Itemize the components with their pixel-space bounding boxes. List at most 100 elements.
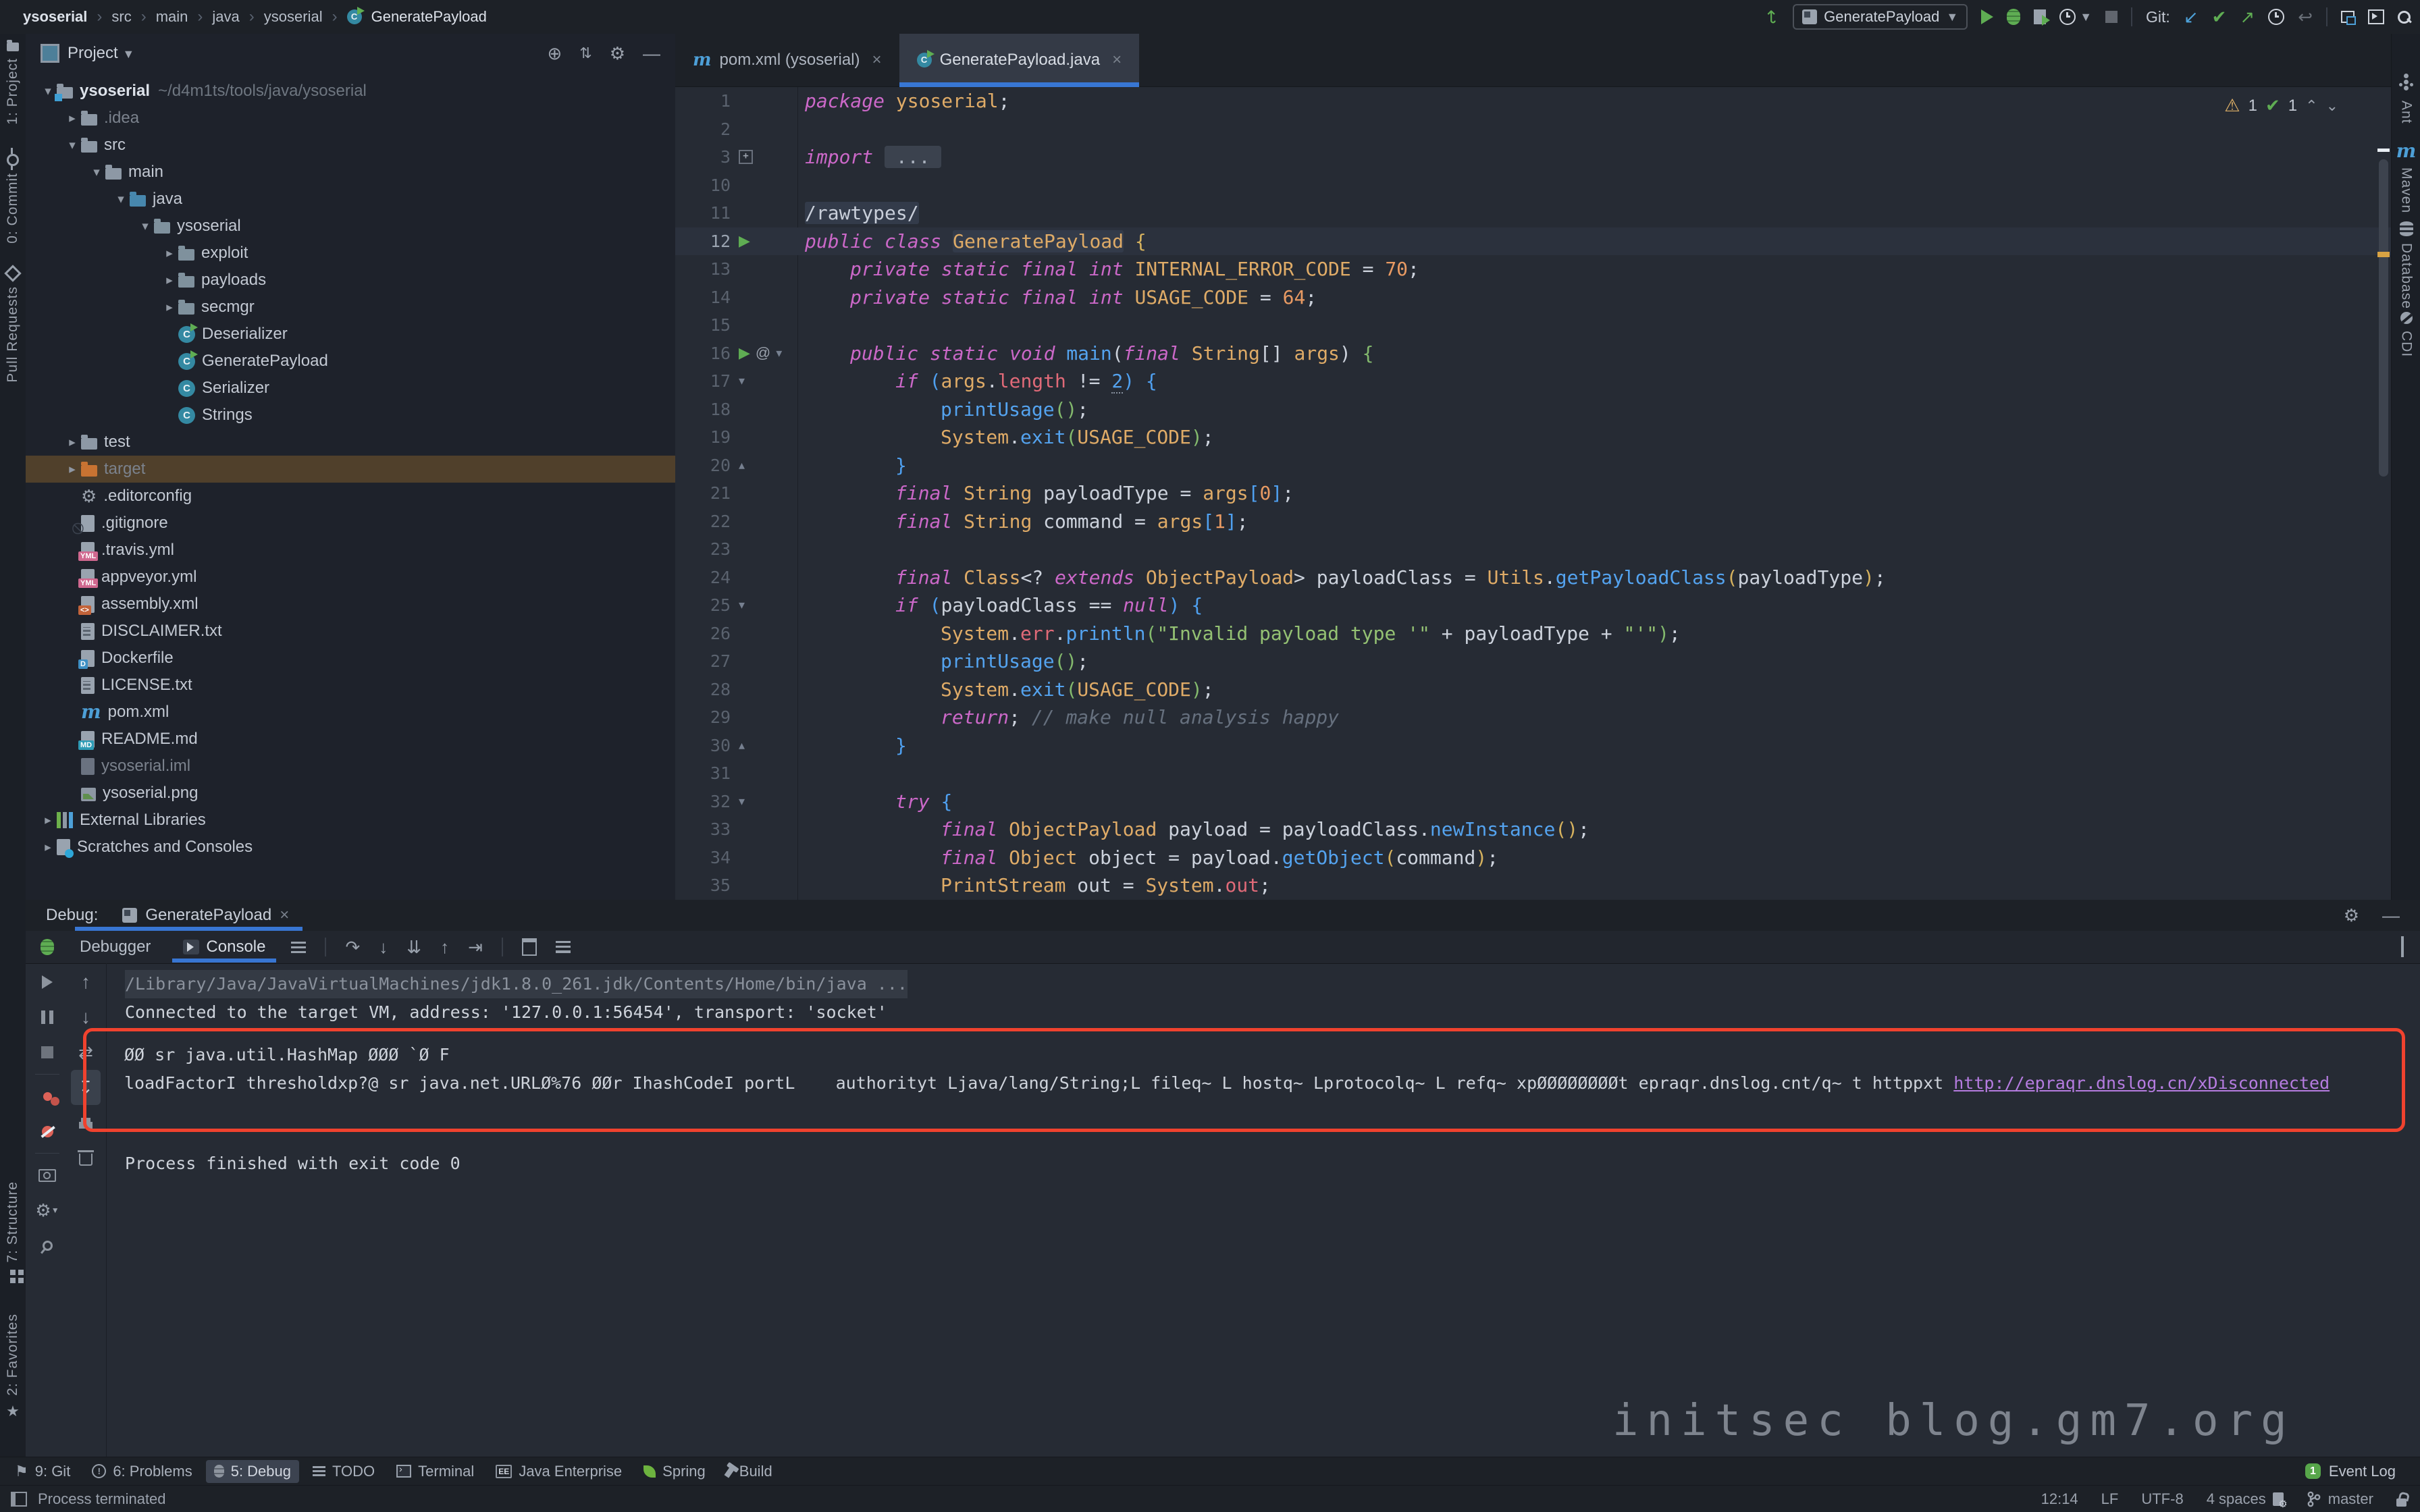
git-update-icon[interactable]: ↙ [2184, 8, 2199, 26]
chevron-icon[interactable]: ▸ [63, 435, 81, 450]
next-problem-icon[interactable]: ⌄ [2326, 97, 2338, 115]
build-icon[interactable]: ↩ [1763, 9, 1781, 24]
tree-item-ysoserial[interactable]: ▾ysoserial [26, 213, 675, 240]
breadcrumb-item[interactable]: ysoserial [23, 8, 87, 26]
run-config-selector[interactable]: GeneratePayload ▼ [1793, 4, 1968, 30]
warning-stripe-mark[interactable] [2377, 252, 2390, 257]
sidebar-item-pull-requests[interactable]: Pull Requests [0, 267, 26, 383]
chevron-icon[interactable]: ▸ [39, 840, 57, 855]
encoding-selector[interactable]: UTF-8 [2141, 1490, 2183, 1508]
sidebar-item-commit[interactable]: 0: Commit [0, 154, 26, 244]
tree-item-dockerfile[interactable]: DDockerfile [26, 645, 675, 672]
fold-end-icon[interactable]: ▴ [739, 738, 745, 753]
chevron-icon[interactable]: ▾ [112, 192, 130, 207]
breadcrumb-item[interactable]: java [212, 8, 239, 26]
run-line-icon[interactable]: ▶ [739, 232, 750, 250]
expand-fold-icon[interactable]: + [739, 150, 753, 164]
step-out-icon[interactable]: ↑ [440, 938, 449, 956]
gear-icon[interactable]: ⚙ [610, 43, 625, 64]
prev-problem-icon[interactable]: ⌃ [2305, 97, 2317, 115]
force-step-into-icon[interactable]: ⇊ [406, 938, 421, 956]
pin-tab-icon[interactable] [32, 1228, 62, 1263]
profiler-button[interactable] [2059, 9, 2076, 25]
tool-button-build[interactable]: Build [719, 1460, 781, 1483]
dnslog-link[interactable]: http://epraqr.dnslog.cn/xDisconnected [1953, 1073, 2330, 1093]
debug-session-tab[interactable]: GeneratePayload × [115, 900, 296, 931]
sidebar-item-structure[interactable]: 7: Structure [0, 1181, 26, 1282]
restore-layout-icon[interactable] [2401, 936, 2404, 957]
clear-console-icon[interactable] [71, 1140, 101, 1175]
stop-button[interactable] [2105, 11, 2118, 23]
tool-button-spring[interactable]: Spring [635, 1460, 714, 1483]
chevron-icon[interactable]: ▸ [39, 813, 57, 828]
tree-item-pom-xml[interactable]: mpom.xml [26, 699, 675, 726]
sidebar-item-ant[interactable]: Ant [2392, 74, 2420, 124]
tab-debugger[interactable]: Debugger [73, 938, 157, 956]
tool-button-problems[interactable]: !6: Problems [84, 1460, 200, 1483]
collapse-all-icon[interactable]: ⇅ [579, 45, 591, 62]
close-icon[interactable]: × [280, 906, 289, 925]
breadcrumb-item[interactable]: src [111, 8, 131, 26]
chevron-icon[interactable]: ▸ [161, 246, 178, 261]
chevron-icon[interactable]: ▾ [136, 219, 154, 234]
unlock-icon[interactable] [2396, 1498, 2406, 1507]
search-everywhere-icon[interactable] [2398, 11, 2411, 24]
close-icon[interactable]: × [872, 51, 882, 70]
git-branch-selector[interactable]: master [2307, 1490, 2373, 1508]
tree-item-readme-md[interactable]: MDREADME.md [26, 726, 675, 753]
step-into-icon[interactable]: ↓ [379, 938, 388, 956]
editor-scrollbar[interactable] [2379, 144, 2388, 893]
git-history-icon[interactable] [2268, 9, 2284, 25]
indent-selector[interactable]: 4 spaces [2207, 1490, 2284, 1508]
chevron-down-icon[interactable]: ▼ [2080, 10, 2092, 24]
resume-icon[interactable] [32, 965, 62, 1000]
sidebar-item-cdi[interactable]: CDI [2392, 312, 2420, 357]
tree-item-scratches-and-consoles[interactable]: ▸Scratches and Consoles [26, 834, 675, 861]
chevron-icon[interactable]: ▸ [161, 300, 178, 315]
coverage-button[interactable] [2034, 9, 2046, 24]
debugger-settings-icon[interactable]: ⚙▼ [32, 1193, 62, 1228]
evaluate-expression-icon[interactable] [522, 938, 537, 956]
view-breakpoints-icon[interactable] [32, 1079, 62, 1114]
tree-item-disclaimer-txt[interactable]: DISCLAIMER.txt [26, 618, 675, 645]
fold-end-icon[interactable]: ▴ [739, 458, 745, 473]
gear-icon[interactable]: ⚙ [2344, 905, 2359, 926]
hide-panel-icon[interactable]: — [643, 43, 660, 64]
close-icon[interactable]: × [1112, 51, 1122, 70]
tree-item-test[interactable]: ▸test [26, 429, 675, 456]
tree-item-appveyor-yml[interactable]: YMLappveyor.yml [26, 564, 675, 591]
tool-button-todo[interactable]: TODO [305, 1460, 383, 1483]
tree-item-src[interactable]: ▾src [26, 132, 675, 159]
tree-item-serializer[interactable]: CSerializer [26, 375, 675, 402]
tree-item-ysoserial[interactable]: ▾ysoserial~/d4m1ts/tools/java/ysoserial [26, 78, 675, 105]
run-anything-icon[interactable] [2368, 9, 2384, 24]
tree-item--travis-yml[interactable]: YML.travis.yml [26, 537, 675, 564]
run-to-cursor-icon[interactable]: ⇥ [468, 938, 483, 956]
fold-start-icon[interactable]: ▾ [776, 346, 782, 360]
up-stack-icon[interactable]: ↑ [71, 965, 101, 1000]
tool-button-debug[interactable]: 5: Debug [206, 1460, 299, 1483]
line-ending-selector[interactable]: LF [2101, 1490, 2119, 1508]
run-button[interactable] [1981, 9, 1993, 24]
chevron-icon[interactable]: ▾ [63, 138, 81, 153]
scrollbar-thumb[interactable] [2379, 159, 2388, 477]
debug-button[interactable] [2007, 9, 2020, 25]
sidebar-item-maven[interactable]: m Maven [2392, 142, 2420, 213]
sidebar-item-project[interactable]: 1: Project [0, 39, 26, 125]
tree-item--editorconfig[interactable]: ⚙.editorconfig [26, 483, 675, 510]
code-editor[interactable]: 1package ysoserial;23+import ... 1011/ra… [675, 87, 2391, 900]
tree-item-java[interactable]: ▾java [26, 186, 675, 213]
hide-panel-icon[interactable]: — [2382, 905, 2400, 926]
tree-item-deserializer[interactable]: CDeserializer [26, 321, 675, 348]
breadcrumb-item[interactable]: ysoserial [264, 8, 323, 26]
locate-file-icon[interactable]: ⊕ [547, 43, 562, 64]
chevron-icon[interactable]: ▸ [63, 462, 81, 477]
event-log-button[interactable]: 1 Event Log [2305, 1463, 2420, 1480]
tool-windows-icon[interactable] [11, 1492, 27, 1507]
sidebar-item-database[interactable]: Database [2392, 221, 2420, 309]
tree-item-ysoserial-iml[interactable]: ysoserial.iml [26, 753, 675, 780]
tree-item-target[interactable]: ▸target [26, 456, 675, 483]
tree-item-assembly-xml[interactable]: <>assembly.xml [26, 591, 675, 618]
rerun-debug-icon[interactable] [41, 939, 54, 955]
thread-dump-icon[interactable] [32, 1158, 62, 1193]
